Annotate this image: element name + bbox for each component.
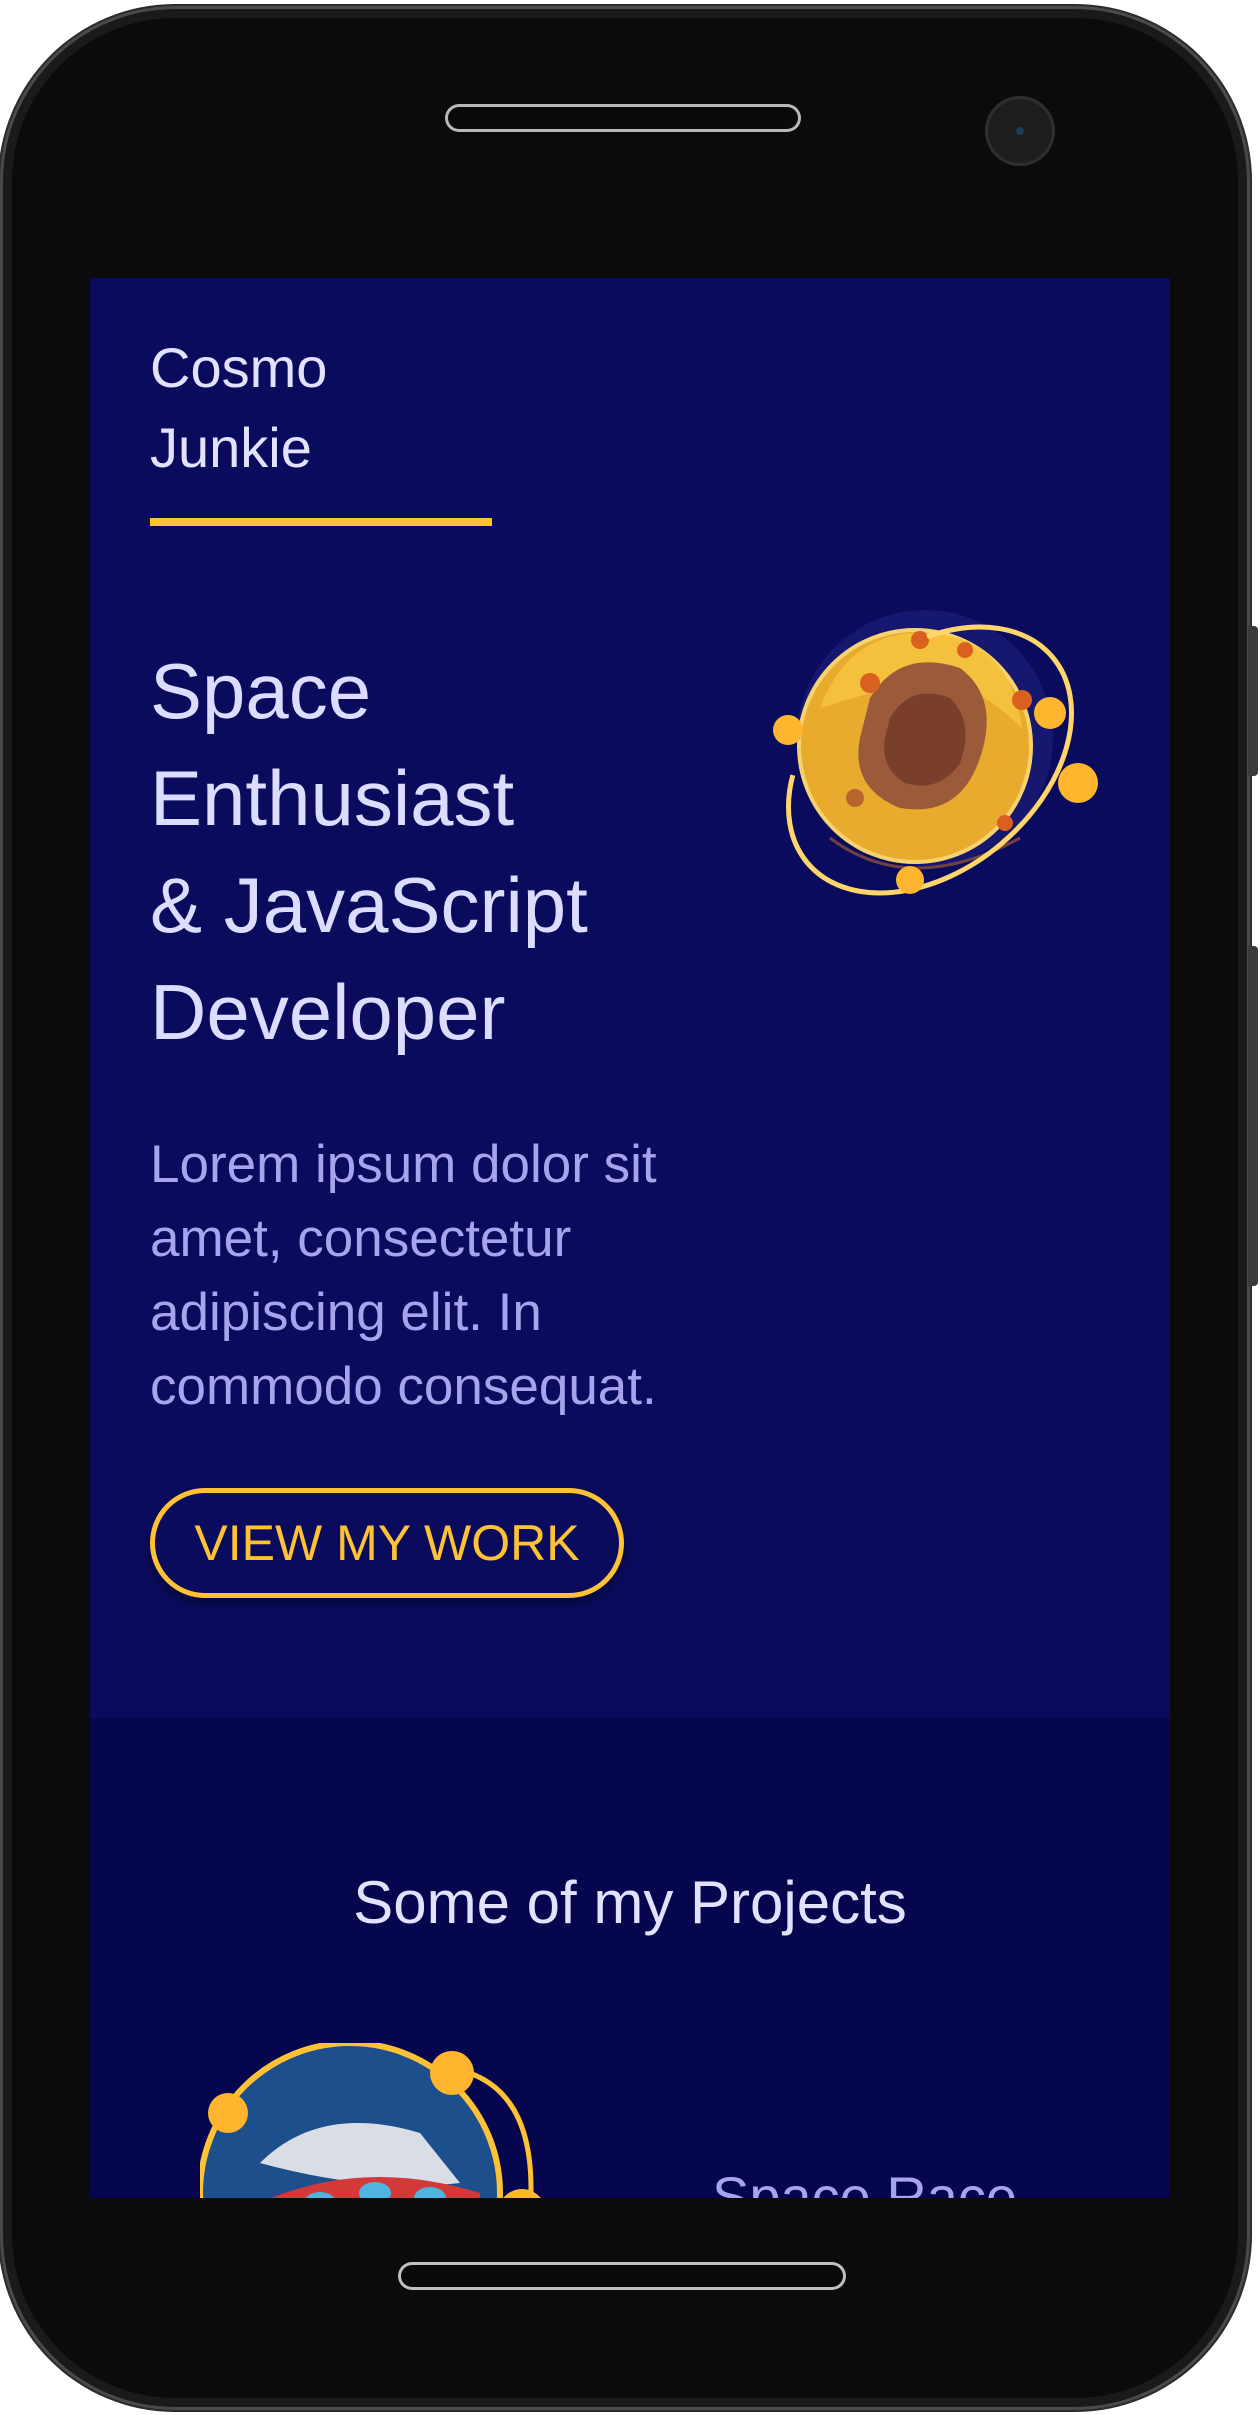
brand-logo[interactable]: Cosmo Junkie [150, 328, 550, 488]
power-button [1248, 626, 1258, 776]
view-my-work-button[interactable]: VIEW MY WORK [150, 1488, 624, 1598]
bottom-speaker [398, 2262, 846, 2290]
hero-section: Cosmo Junkie Space Enthusiast & JavaScri… [90, 278, 1170, 1718]
brand-underline [150, 518, 492, 526]
brand-line-2: Junkie [150, 416, 312, 479]
projects-heading: Some of my Projects [353, 1869, 907, 1936]
planet-icon [773, 610, 1098, 896]
phone-frame: Cosmo Junkie Space Enthusiast & JavaScri… [0, 6, 1258, 2410]
headline-line-2: Enthusiast [150, 754, 515, 842]
front-camera-icon [985, 96, 1055, 166]
brand-line-1: Cosmo [150, 336, 328, 399]
volume-buttons [1248, 946, 1258, 1286]
headline-line-3: & JavaScript [150, 861, 588, 949]
headline-line-4: Developer [150, 968, 506, 1056]
headline-line-1: Space [150, 647, 372, 735]
hero-headline: Space Enthusiast & JavaScript Developer [150, 638, 850, 1066]
rocket-planet-icon [200, 2043, 541, 2198]
project-title[interactable]: Space Race [712, 2164, 1112, 2198]
projects-section: Some of my Projects Space Race [90, 1718, 1170, 2198]
earpiece-speaker [445, 104, 801, 132]
hero-description: Lorem ipsum dolor sit amet, consectetur … [150, 1135, 657, 1416]
screen[interactable]: Cosmo Junkie Space Enthusiast & JavaScri… [90, 278, 1170, 2198]
